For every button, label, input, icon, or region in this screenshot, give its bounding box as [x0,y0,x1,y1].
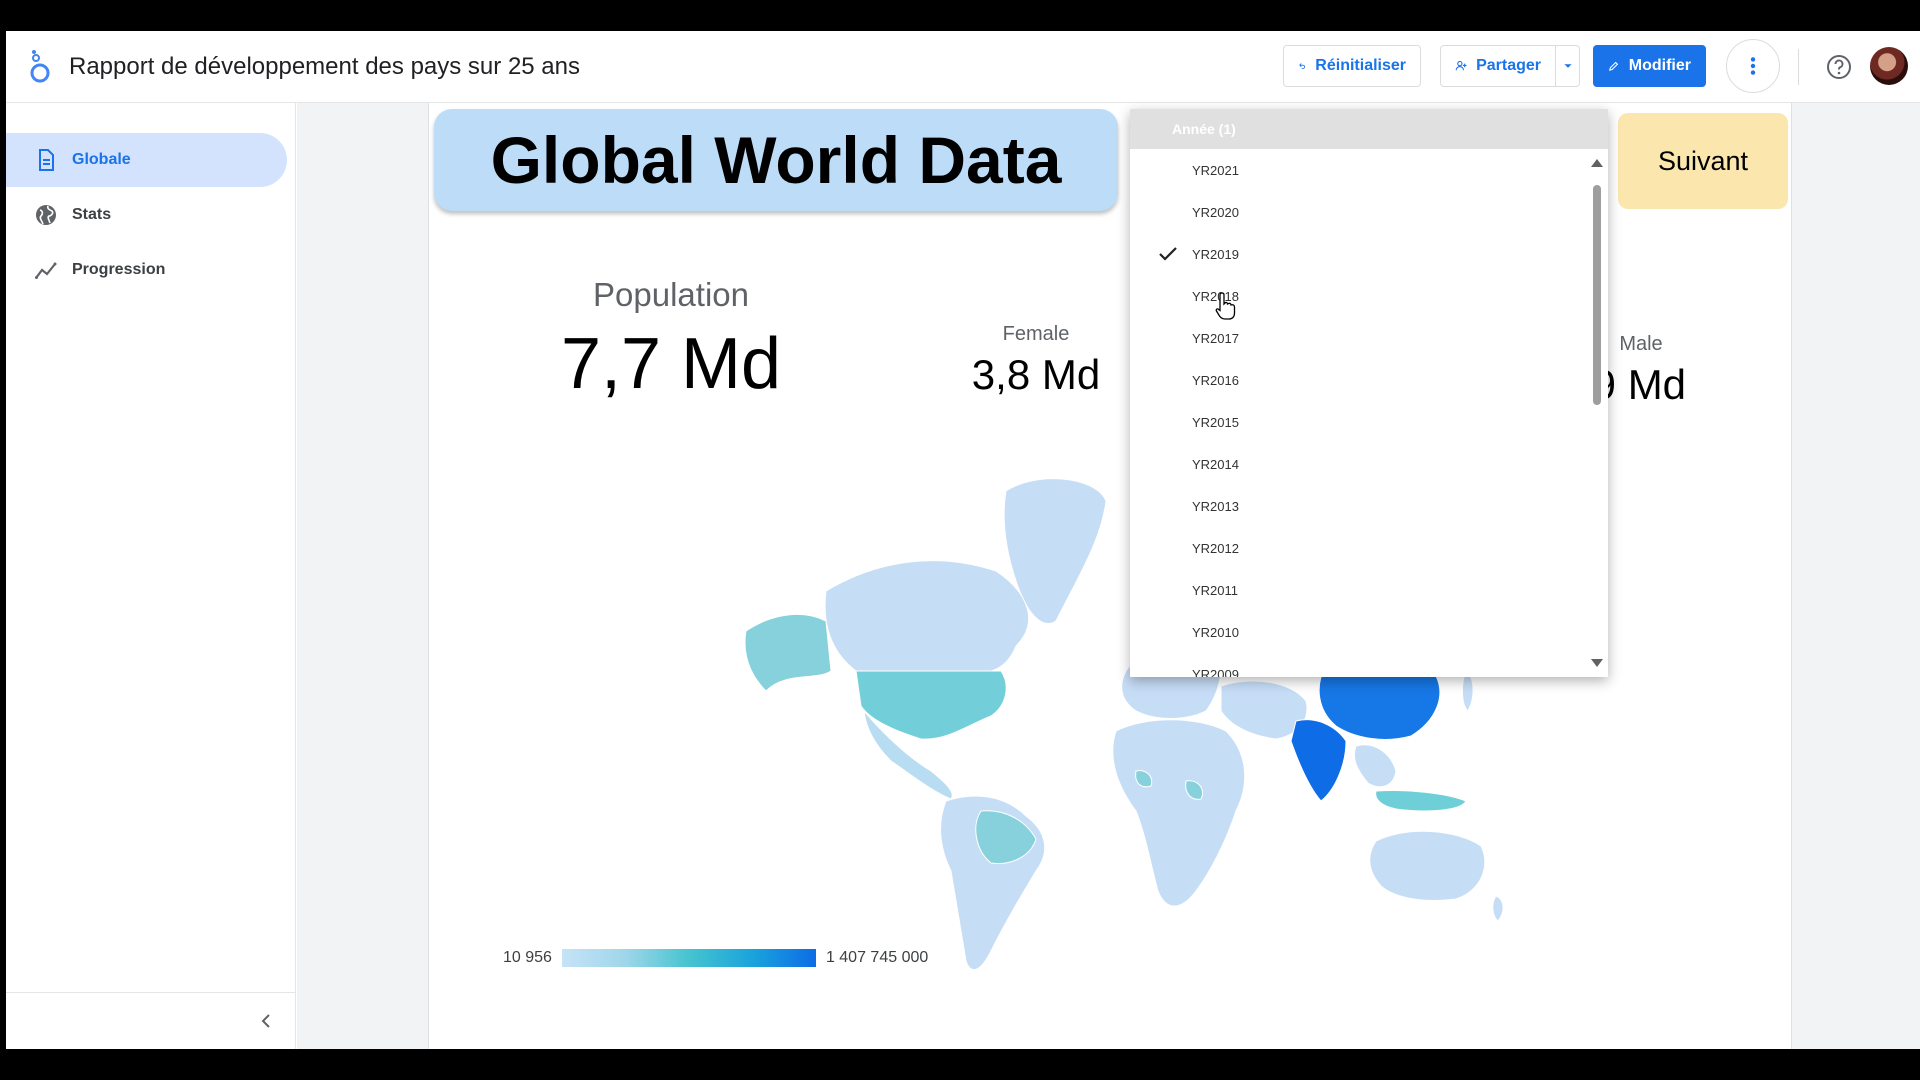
user-avatar[interactable] [1870,47,1908,85]
year-option[interactable]: YR2018 [1130,275,1586,317]
legend-gradient-bar [561,949,816,967]
nav-item-stats[interactable]: Stats [6,188,287,242]
caret-down-icon [1563,64,1572,68]
year-option-label: YR2012 [1192,540,1239,556]
add-person-icon [1455,60,1467,71]
globe-icon [36,205,56,225]
year-option[interactable]: YR2009 [1130,653,1586,678]
report-banner-title: Global World Data [434,109,1118,211]
header-divider [1798,49,1799,85]
population-label: Population [593,276,749,313]
nav-label-stats: Stats [72,206,112,223]
male-label: Male [1619,333,1663,355]
year-option[interactable]: YR2016 [1130,359,1586,401]
year-option-label: YR2016 [1192,372,1239,388]
female-label: Female [1002,323,1070,345]
share-button[interactable]: Partager [1440,45,1556,87]
next-page-button[interactable]: Suivant [1618,113,1788,209]
nav-item-progression[interactable]: Progression [6,243,287,297]
pencil-icon [1609,61,1619,71]
page-navigation-sidebar: Globale Stats Progression [6,103,296,1049]
scroll-down-arrow-icon[interactable] [1591,659,1603,667]
year-options-list: YR2021 YR2020 YR2019 YR2018 YR2017 YR2016 YR20… [1130,149,1586,677]
nav-label-progression: Progression [72,261,166,278]
population-value: 7,7 Md [560,324,782,404]
share-options-button[interactable] [1556,45,1580,87]
share-label: Partager [1476,57,1541,74]
year-option-label: YR2009 [1192,666,1239,678]
edit-label: Modifier [1628,57,1691,74]
reset-label: Réinitialiser [1315,57,1406,74]
year-option-label: YR2015 [1192,414,1239,430]
hand-pointer-cursor-icon [1215,292,1236,320]
trend-line-icon [35,262,57,279]
female-value: 3,8 Md [971,351,1101,398]
document-icon [39,149,54,171]
nav-label-globale: Globale [72,151,131,168]
legend-max-value: 1 407 745 000 [825,949,929,966]
more-options-button[interactable] [1726,39,1780,93]
edit-button[interactable]: Modifier [1593,45,1706,87]
report-title: Rapport de développement des pays sur 25… [69,53,580,80]
dropdown-header[interactable]: Année (1) [1130,109,1608,149]
year-option-label: YR2017 [1192,330,1239,346]
help-icon[interactable] [1824,52,1854,82]
dropdown-scrollbar[interactable] [1586,149,1608,677]
checkmark-icon [1159,247,1177,261]
year-option-label: YR2020 [1192,204,1239,220]
chevron-left-icon[interactable] [256,1011,276,1031]
year-option-label: YR2021 [1192,162,1239,178]
year-option-label: YR2014 [1192,456,1239,472]
year-option[interactable]: YR2019 [1130,233,1586,275]
legend-min-value: 10 956 [503,949,552,966]
nav-item-globale[interactable]: Globale [6,133,287,187]
year-option[interactable]: YR2017 [1130,317,1586,359]
year-option-label: YR2010 [1192,624,1239,640]
year-option-label: YR2013 [1192,498,1239,514]
year-option-label: YR2019 [1192,246,1239,262]
year-option[interactable]: YR2013 [1130,485,1586,527]
year-option[interactable]: YR2010 [1130,611,1586,653]
undo-icon [1299,63,1305,69]
reset-button[interactable]: Réinitialiser [1283,45,1421,87]
looker-studio-logo-icon [30,50,50,83]
map-color-legend: 10 956 1 407 745 000 [503,945,928,971]
year-option[interactable]: YR2012 [1130,527,1586,569]
year-option[interactable]: YR2014 [1130,443,1586,485]
year-option[interactable]: YR2020 [1130,191,1586,233]
year-filter-dropdown[interactable]: Année (1) YR2021 YR2020 YR2019 YR2018 YR2017… [1130,109,1608,677]
year-option[interactable]: YR2011 [1130,569,1586,611]
year-option-label: YR2011 [1192,582,1239,598]
top-bar: Rapport de développement des pays sur 25… [6,31,1920,103]
year-option[interactable]: YR2015 [1130,401,1586,443]
year-option[interactable]: YR2021 [1130,149,1586,191]
app-window: Rapport de développement des pays sur 25… [6,31,1920,1049]
sidebar-footer [6,992,296,1049]
scroll-up-arrow-icon[interactable] [1591,159,1603,167]
scrollbar-thumb[interactable] [1593,185,1601,405]
more-vert-icon [1750,57,1756,75]
